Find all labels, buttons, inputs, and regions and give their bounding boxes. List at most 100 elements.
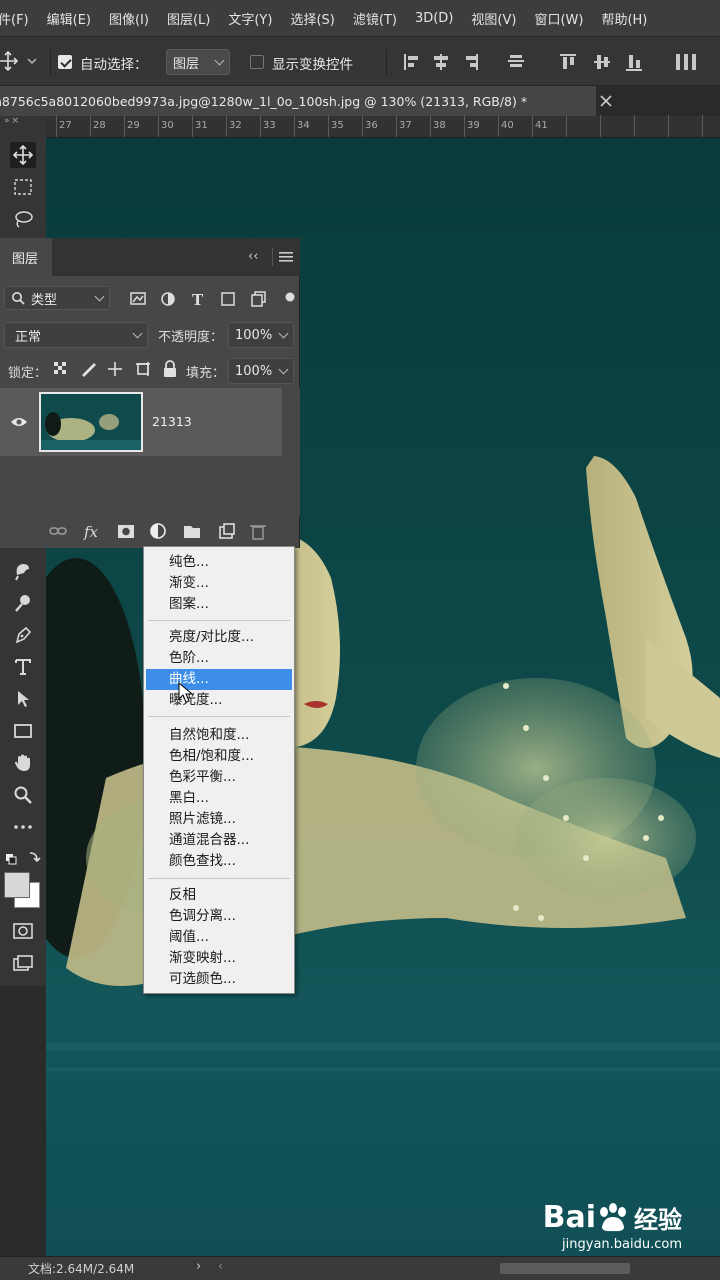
menu-select[interactable]: 选择(S): [281, 9, 343, 28]
panel-menu-icon[interactable]: [279, 251, 293, 263]
horizontal-scrollbar-thumb[interactable]: [500, 1263, 630, 1274]
align-buttons[interactable]: [400, 51, 720, 73]
menu-item-gradient[interactable]: 渐变...: [146, 573, 292, 594]
menu-item-hue-saturation[interactable]: 色相/饱和度...: [146, 746, 292, 767]
menu-layer[interactable]: 图层(L): [158, 9, 219, 28]
menu-item-exposure[interactable]: 曝光度...: [146, 690, 292, 711]
ruler-tick: 29: [127, 120, 140, 131]
menu-item-channel-mixer[interactable]: 通道混合器...: [146, 830, 292, 851]
ruler-tick: 34: [297, 120, 310, 131]
ruler-tick: 31: [195, 120, 208, 131]
rectangle-tool[interactable]: [10, 718, 36, 744]
watermark-brand: Bai: [542, 1200, 596, 1235]
more-tools[interactable]: [10, 814, 36, 840]
layer-filter-icons[interactable]: T: [130, 290, 298, 308]
layer-bottom-buttons[interactable]: fx: [48, 522, 272, 540]
opacity-field[interactable]: 100%: [228, 322, 294, 348]
ruler-tick: 37: [399, 120, 412, 131]
menu-image[interactable]: 图像(I): [100, 9, 158, 28]
menu-item-gradient-map[interactable]: 渐变映射...: [146, 948, 292, 969]
screen-mode-icon: [13, 955, 33, 971]
menu-filter[interactable]: 滤镜(T): [344, 9, 406, 28]
menu-edit[interactable]: 编辑(E): [38, 9, 100, 28]
menu-item-invert[interactable]: 反相: [146, 885, 292, 906]
document-tab[interactable]: n8756c5a8012060bed9973a.jpg@1280w_1l_0o_…: [0, 86, 596, 116]
ruler-tick: 41: [535, 120, 548, 131]
paw-icon: [600, 1202, 626, 1231]
menu-separator: [148, 878, 290, 879]
menu-separator: [148, 620, 290, 621]
menu-item-selective-color[interactable]: 可选颜色...: [146, 969, 292, 990]
eye-icon[interactable]: [10, 416, 28, 428]
tab-layers[interactable]: 图层: [0, 238, 52, 276]
menu-item-color-lookup[interactable]: 颜色查找...: [146, 851, 292, 872]
menu-item-black-white[interactable]: 黑白...: [146, 788, 292, 809]
status-bar: 文档:2.64M/2.64M › ‹: [0, 1256, 720, 1280]
menu-help[interactable]: 帮助(H): [592, 9, 656, 28]
menu-view[interactable]: 视图(V): [462, 9, 525, 28]
menu-item-solid-color[interactable]: 纯色...: [146, 552, 292, 573]
ruler-tick: 36: [365, 120, 378, 131]
close-icon[interactable]: [600, 95, 612, 107]
hand-tool[interactable]: [10, 750, 36, 776]
layer-row[interactable]: 21313: [0, 388, 282, 456]
menu-item-vibrance[interactable]: 自然饱和度...: [146, 725, 292, 746]
ruler-tick: 39: [467, 120, 480, 131]
ruler-tick: 32: [229, 120, 242, 131]
zoom-icon: [14, 786, 32, 804]
type-tool[interactable]: [10, 654, 36, 680]
menu-item-brightness-contrast[interactable]: 亮度/对比度...: [146, 627, 292, 648]
ruler-tick: 30: [161, 120, 174, 131]
marquee-tool[interactable]: [10, 174, 36, 200]
fill-field[interactable]: 100%: [228, 358, 294, 384]
marquee-icon: [14, 179, 32, 195]
chevron-down-icon: [278, 364, 289, 374]
blend-mode-dropdown[interactable]: 正常: [4, 322, 148, 348]
menu-item-levels[interactable]: 色阶...: [146, 648, 292, 669]
options-bar: 自动选择： 图层 显示变换控件: [0, 36, 720, 86]
move-tool-preset[interactable]: [0, 50, 40, 75]
menu-item-color-balance[interactable]: 色彩平衡...: [146, 767, 292, 788]
layers-scrollbar[interactable]: [282, 388, 300, 516]
smudge-icon: [15, 564, 29, 581]
color-swap-controls[interactable]: [4, 850, 42, 866]
smudge-tool[interactable]: [10, 558, 36, 584]
menu-item-threshold[interactable]: 阈值...: [146, 927, 292, 948]
menu-item-curves[interactable]: 曲线...: [146, 669, 292, 690]
path-selection-tool[interactable]: [10, 686, 36, 712]
status-expand-icon[interactable]: ›: [196, 1259, 201, 1274]
foreground-color-swatch[interactable]: [4, 872, 30, 898]
show-transform-checkbox[interactable]: [250, 55, 264, 69]
divider: [386, 49, 387, 75]
lasso-tool[interactable]: [10, 206, 36, 232]
menu-window[interactable]: 窗口(W): [525, 9, 592, 28]
quick-mask-button[interactable]: [10, 918, 36, 944]
dodge-tool[interactable]: [10, 590, 36, 616]
screen-mode-button[interactable]: [10, 950, 36, 976]
lock-buttons[interactable]: [52, 360, 182, 378]
horizontal-ruler: 27 28 29 30 31 32 33 34 35 36 37 38 39 4…: [46, 115, 720, 138]
chevron-down-icon: [132, 328, 143, 338]
menu-file[interactable]: 件(F): [0, 9, 38, 28]
menu-item-photo-filter[interactable]: 照片滤镜...: [146, 809, 292, 830]
scroll-left-icon[interactable]: ‹: [218, 1259, 223, 1274]
menu-type[interactable]: 文字(Y): [219, 9, 281, 28]
panel-collapse-icon[interactable]: »×: [4, 116, 42, 126]
lasso-icon: [15, 211, 33, 228]
menu-item-posterize[interactable]: 色调分离...: [146, 906, 292, 927]
chevron-down-icon: [278, 328, 289, 338]
layer-filter-dropdown[interactable]: 类型: [4, 286, 110, 310]
auto-select-checkbox[interactable]: [58, 55, 72, 69]
zoom-tool[interactable]: [10, 782, 36, 808]
move-tool[interactable]: [10, 142, 36, 168]
menu-3d[interactable]: 3D(D): [406, 11, 462, 26]
mouse-cursor-icon: [178, 682, 194, 703]
menu-separator: [148, 716, 290, 717]
auto-select-dropdown[interactable]: 图层: [166, 49, 230, 75]
menu-item-pattern[interactable]: 图案...: [146, 594, 292, 615]
layers-panel: 图层 ‹‹ 类型 T 正常 不透明度： 100% 锁定： 填充： 100% 21…: [0, 238, 300, 548]
collapse-icon[interactable]: ‹‹: [248, 249, 258, 264]
pen-tool[interactable]: [10, 622, 36, 648]
more-icon: [14, 825, 32, 829]
ruler-tick: 33: [263, 120, 276, 131]
